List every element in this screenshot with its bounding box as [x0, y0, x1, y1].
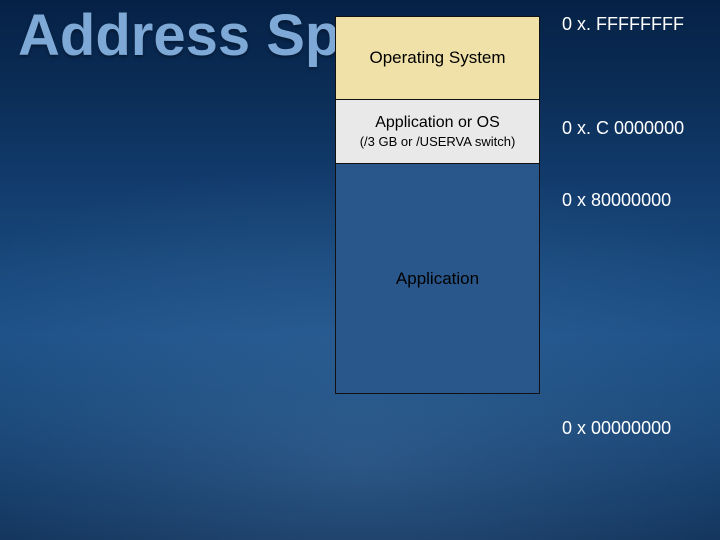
address-c0000000: 0 x. C 0000000 [562, 118, 684, 139]
region-switch: Application or OS (/3 GB or /USERVA swit… [335, 100, 540, 164]
region-os: Operating System [335, 16, 540, 100]
address-ffffffff: 0 x. FFFFFFFF [562, 14, 684, 35]
region-switch-label: Application or OS [375, 114, 500, 132]
region-switch-sublabel: (/3 GB or /USERVA switch) [360, 134, 516, 149]
region-os-label: Operating System [369, 48, 505, 68]
address-space-diagram: Operating System Application or OS (/3 G… [335, 16, 540, 394]
region-app-label: Application [396, 269, 479, 289]
region-app: Application [335, 164, 540, 394]
address-00000000: 0 x 00000000 [562, 418, 671, 439]
address-80000000: 0 x 80000000 [562, 190, 671, 211]
